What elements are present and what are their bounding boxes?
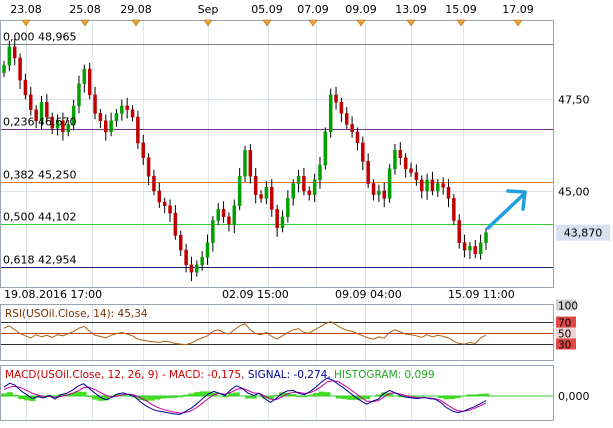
fib-label-0,236: 0,236 46,670 [3, 116, 76, 129]
macd-label-main: MACD(USOil.Close, 12, 26, 9) - MACD: -0,… [5, 369, 245, 381]
candle [452, 193, 456, 225]
chart-svg: 0,000 48,965 0,236 46,670 0,382 45,250 0,50… [0, 3, 610, 421]
date-marker-label: 07.09 [297, 3, 329, 16]
macd-tick-label: 0,000 [558, 390, 590, 403]
histogram-bar [199, 391, 206, 396]
date-marker-label: 29.08 [120, 3, 152, 16]
date-marker-label: 05.09 [251, 3, 283, 16]
time-axis-labels: 19.08.2016 17:00 02.09 15:00 09.09 04:00 15… [4, 288, 515, 301]
fib-label-0,618: 0,618 42,954 [3, 254, 76, 267]
last-price-tag: 43,870 [556, 224, 610, 241]
macd-label-signal: SIGNAL: -0,274, [248, 369, 331, 381]
candle [323, 127, 328, 170]
chart-root: 0,000 48,965 0,236 46,670 0,382 45,250 0,50… [0, 0, 613, 424]
histogram-bar [233, 392, 240, 396]
candle [387, 164, 392, 203]
rsi-label: RSI(USOil.Close, 14): 45,34 [5, 308, 148, 320]
histogram-bar [318, 391, 325, 396]
fib-label-0,382: 0,382 45,250 [3, 169, 76, 182]
price-axis: 47,50 45,00 [558, 94, 590, 199]
histogram-bar [80, 391, 87, 396]
macd-axis: 0,000 [558, 390, 590, 403]
macd-label-histogram: HISTOGRAM: 0,099 [334, 369, 435, 381]
last-price-label: 43,870 [564, 227, 603, 240]
histogram-bar [347, 396, 354, 400]
histogram-bar [148, 396, 155, 401]
date-marker-label: 17.09 [502, 3, 534, 16]
fib-label-0,500: 0,500 44,102 [3, 211, 76, 224]
time-label: 02.09 15:00 [222, 288, 289, 301]
date-marker-label: 25.08 [69, 3, 101, 16]
time-label: 15.09 11:00 [448, 288, 515, 301]
rsi-axis: 100705030 [556, 299, 578, 352]
histogram-bar [91, 396, 98, 400]
rsi-level-tag: 30 [558, 340, 571, 352]
fib-label-0,000: 0,000 48,965 [3, 31, 76, 44]
date-marker-label: 09.09 [345, 3, 377, 16]
histogram-bar [193, 392, 201, 396]
date-marker-label: 15.09 [445, 3, 477, 16]
macd-label: MACD(USOil.Close, 12, 26, 9) - MACD: -0,… [5, 369, 435, 381]
date-marker-label: Sep [198, 3, 219, 16]
date-marker-label: 13.09 [395, 3, 427, 16]
price-tick-label: 47,50 [558, 94, 590, 107]
time-label: 09.09 04:00 [335, 288, 402, 301]
price-tick-label: 45,00 [558, 186, 590, 199]
histogram-bar [6, 392, 13, 396]
candle [328, 88, 333, 138]
histogram-bar [324, 392, 331, 396]
histogram-bar [154, 396, 161, 400]
date-marker-label: 23.08 [10, 3, 42, 16]
rsi-level-tag: 100 [558, 301, 578, 313]
time-label: 19.08.2016 17:00 [4, 288, 102, 301]
